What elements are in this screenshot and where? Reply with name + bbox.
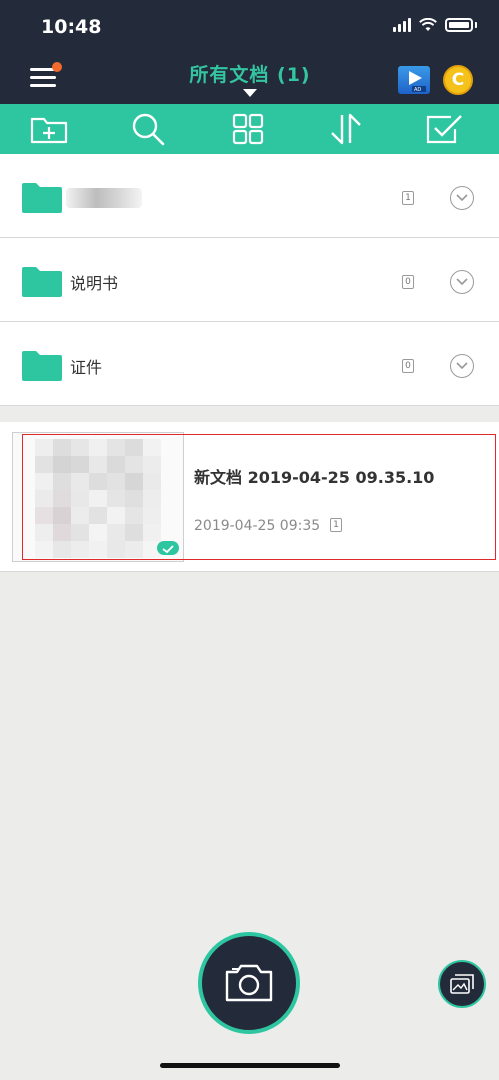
- search-icon[interactable]: [128, 112, 168, 146]
- folder-row[interactable]: 证件 0: [0, 322, 499, 406]
- document-list: 1 说明书 0 证件 0 新文档 2019-04-25 09.35.10 201…: [0, 154, 499, 572]
- folder-count-badge: 1: [402, 191, 414, 205]
- svg-text:AD: AD: [414, 87, 421, 93]
- folder-name: 证件: [70, 358, 103, 377]
- grid-view-icon[interactable]: [228, 112, 268, 146]
- folder-row[interactable]: 1: [0, 154, 499, 238]
- document-row[interactable]: 新文档 2019-04-25 09.35.10 2019-04-25 09:35…: [0, 422, 499, 572]
- caret-down-icon[interactable]: [243, 89, 257, 97]
- folder-icon: [22, 351, 62, 381]
- folder-name: 说明书: [70, 274, 119, 293]
- folder-icon: [22, 183, 62, 213]
- select-icon[interactable]: [424, 112, 464, 146]
- folder-row[interactable]: 说明书 0: [0, 238, 499, 322]
- sort-icon[interactable]: [326, 112, 366, 146]
- wifi-icon: [419, 18, 437, 31]
- video-ad-icon[interactable]: AD: [398, 66, 430, 94]
- battery-icon: [445, 18, 473, 32]
- toolbar: [0, 104, 499, 154]
- folder-count-badge: 0: [402, 359, 414, 373]
- coin-icon[interactable]: C: [443, 65, 473, 95]
- home-indicator: [160, 1063, 340, 1068]
- gallery-import-button[interactable]: [438, 960, 486, 1008]
- status-icons: [393, 18, 477, 32]
- top-header: 10:48 所有文档 (1) AD C: [0, 0, 499, 104]
- page-title: 所有文档 (1): [189, 64, 311, 86]
- new-folder-icon[interactable]: [29, 112, 69, 146]
- expand-chevron-icon[interactable]: [450, 186, 474, 210]
- gallery-import-icon: [450, 974, 474, 994]
- folder-name-blurred: [66, 188, 142, 208]
- title-dropdown[interactable]: 所有文档 (1): [130, 60, 370, 87]
- selection-highlight: [22, 434, 496, 560]
- status-time: 10:48: [41, 16, 102, 38]
- expand-chevron-icon[interactable]: [450, 354, 474, 378]
- notification-dot: [52, 62, 62, 72]
- camera-icon: [225, 964, 273, 1002]
- folder-icon: [22, 267, 62, 297]
- cellular-signal-icon: [393, 18, 411, 32]
- camera-button[interactable]: [198, 932, 300, 1034]
- expand-chevron-icon[interactable]: [450, 270, 474, 294]
- folder-count-badge: 0: [402, 275, 414, 289]
